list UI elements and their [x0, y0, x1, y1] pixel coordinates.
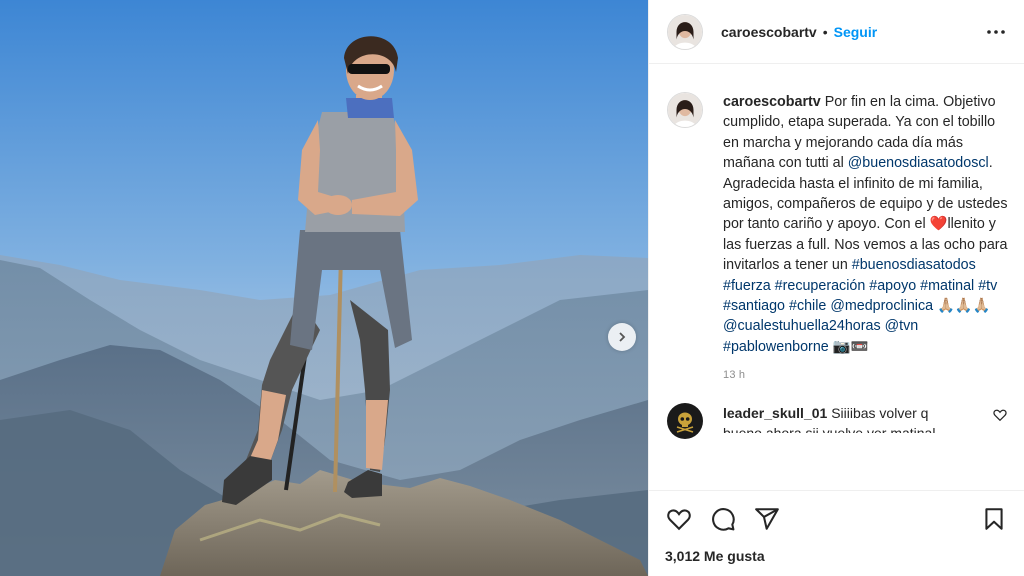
separator-dot: • [822, 23, 828, 40]
caption-username[interactable]: caroescobartv [723, 94, 821, 110]
mention-link[interactable]: @cualestuhuella24horas [723, 318, 881, 334]
like-button[interactable] [665, 505, 693, 533]
hashtag-link[interactable]: #recuperación [775, 278, 866, 294]
share-button[interactable] [753, 505, 781, 533]
post-photo[interactable] [0, 0, 648, 576]
comment-icon [712, 508, 735, 531]
emoji-text: 📷📼 [828, 338, 869, 355]
comment-body-overflow: bueno ahora sii vuelve ver matinal [723, 425, 936, 434]
comment-username[interactable]: leader_skull_01 [723, 405, 827, 421]
bookmark-icon [985, 508, 1003, 530]
emoji-text: 🙏🏼🙏🏼🙏🏼 [933, 298, 991, 315]
hashtag-link[interactable]: #chile [789, 298, 826, 314]
comment-item: leader_skull_01 Siiiibas volver q bueno … [667, 403, 1008, 443]
mention-link[interactable]: @tvn [885, 318, 919, 334]
mention-link[interactable]: @buenosdiasatodoscl [848, 155, 989, 171]
comment-text: leader_skull_01 Siiiibas volver q bueno … [723, 403, 973, 443]
emoji-text: ❤️ [929, 216, 948, 233]
skull-icon [676, 412, 694, 433]
hashtag-link[interactable]: #matinal [920, 278, 974, 294]
caption-text: caroescobartv Por fin en la cima. Objeti… [723, 92, 1008, 357]
heart-icon [667, 509, 691, 531]
profile-photo-icon [668, 93, 702, 127]
hashtag-link[interactable]: #tv [978, 278, 997, 294]
comment-button[interactable] [709, 505, 737, 533]
post-header: caroescobartv • Seguir [649, 0, 1024, 64]
post-details-panel: caroescobartv • Seguir caroescobartv Por… [648, 0, 1024, 576]
more-options-icon [987, 29, 1005, 34]
heart-small-icon[interactable] [992, 407, 1008, 423]
caption-avatar[interactable] [667, 92, 703, 128]
avatar[interactable] [667, 13, 703, 50]
chevron-right-icon [619, 332, 626, 342]
more-options-button[interactable] [984, 20, 1008, 44]
profile-photo-icon [668, 14, 702, 49]
hiker-on-summit-image [0, 0, 648, 576]
hashtag-link[interactable]: #pablowenborne [723, 339, 829, 355]
commenter-avatar[interactable] [667, 403, 703, 440]
post-caption: caroescobartv Por fin en la cima. Objeti… [667, 92, 1008, 357]
hashtag-link[interactable]: #buenosdiasatodos [852, 257, 976, 273]
header-username[interactable]: caroescobartv [721, 24, 817, 40]
comments-area: caroescobartv Por fin en la cima. Objeti… [649, 64, 1024, 490]
instagram-post-view: caroescobartv • Seguir caroescobartv Por… [0, 0, 1024, 576]
share-icon [755, 508, 779, 530]
post-actions: 3,012 Me gusta [649, 490, 1024, 576]
save-button[interactable] [980, 505, 1008, 533]
caption-body: Por fin en la cima. Objetivo cumplido, e… [723, 94, 1008, 355]
hashtag-link[interactable]: #fuerza [723, 278, 771, 294]
mention-link[interactable]: @medproclinica [830, 298, 933, 314]
comment-body: Siiiibas volver q [831, 405, 929, 422]
hashtag-link[interactable]: #santiago [723, 298, 785, 314]
next-photo-button[interactable] [608, 323, 636, 351]
hashtag-link[interactable]: #apoyo [869, 278, 916, 294]
post-timestamp[interactable]: 13 h [723, 369, 1008, 381]
follow-button[interactable]: Seguir [834, 24, 878, 40]
likes-count[interactable]: 3,012 Me gusta [665, 548, 1008, 564]
